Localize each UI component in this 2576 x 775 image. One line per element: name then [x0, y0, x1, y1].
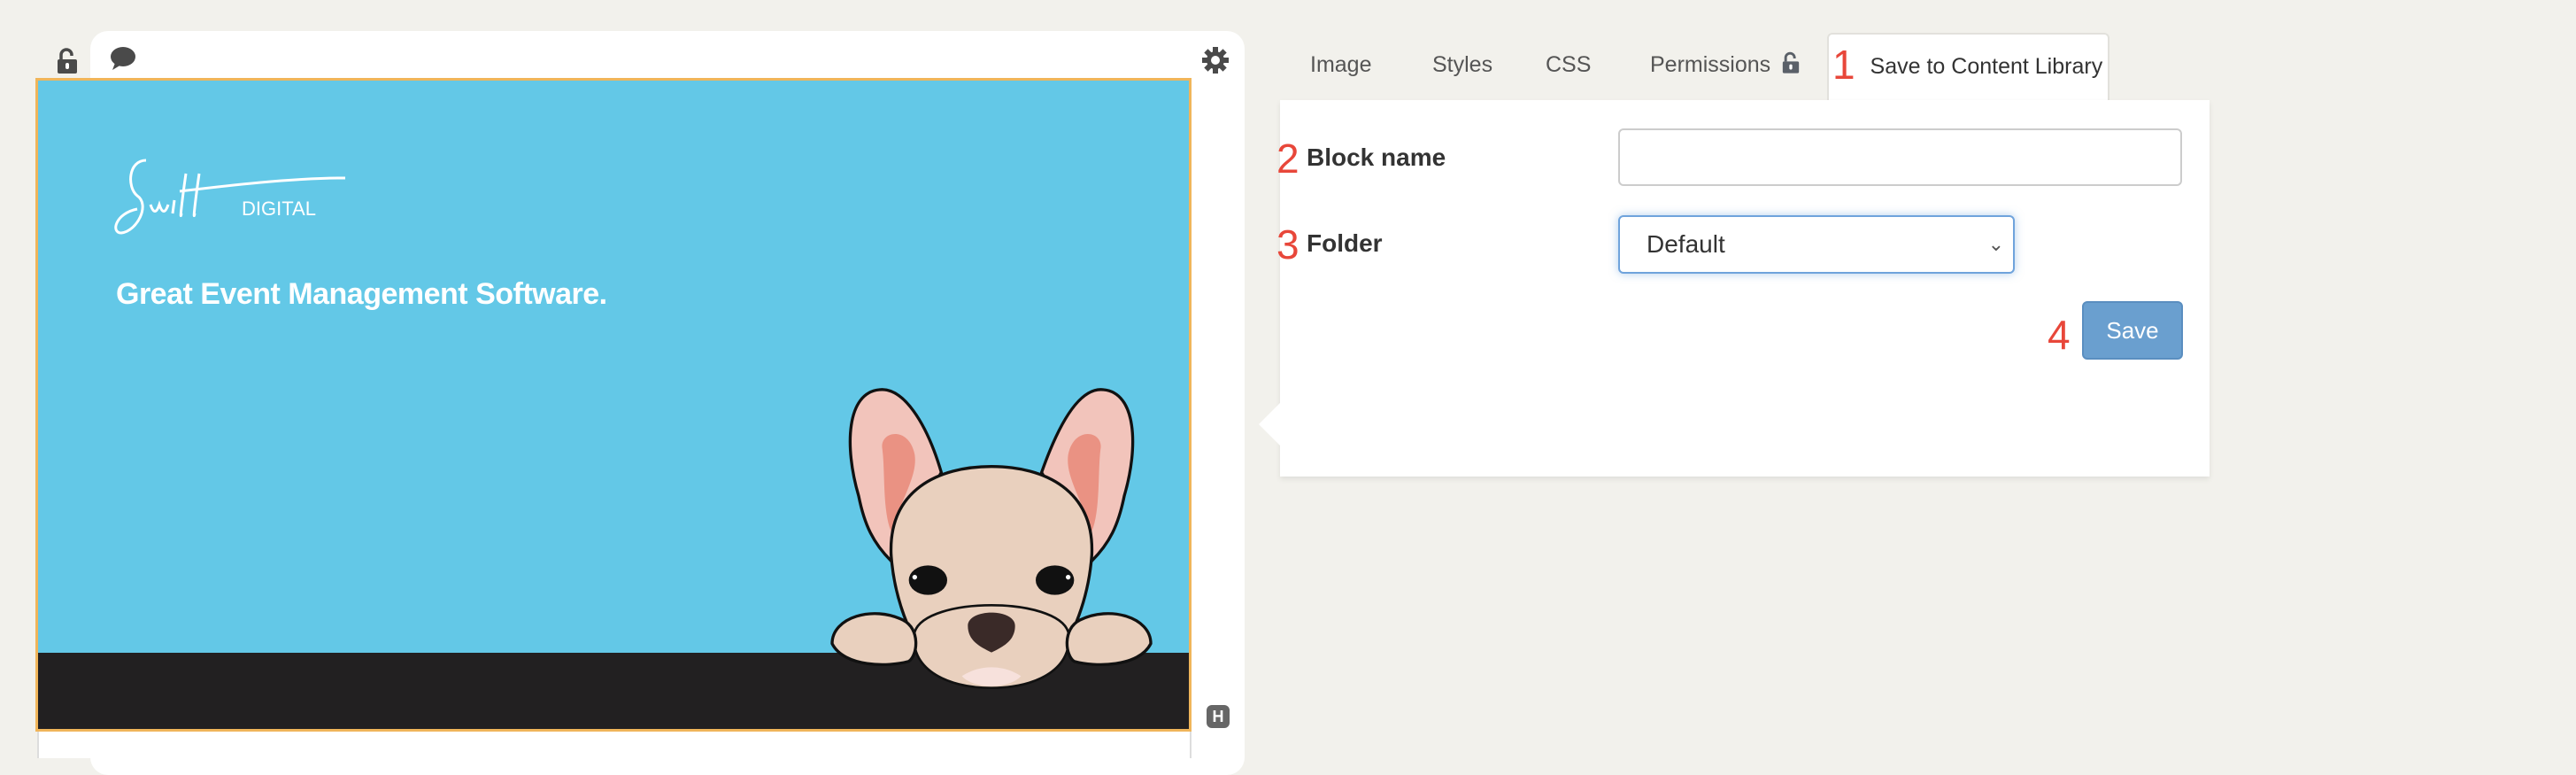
lock-open-icon[interactable] [57, 48, 78, 79]
tab-save-to-content-library[interactable]: 1 Save to Content Library [1827, 33, 2109, 104]
svg-text:DIGITAL: DIGITAL [242, 198, 316, 220]
hero-headline: Great Event Management Software. [116, 277, 607, 311]
comment-icon[interactable] [110, 46, 136, 75]
annotation-4: 4 [2048, 312, 2071, 358]
tab-permissions[interactable]: Permissions [1650, 33, 1800, 100]
hero-image-block[interactable]: DIGITAL Great Event Management Software. [35, 78, 1192, 732]
tab-save-label: Save to Content Library [1870, 54, 2103, 79]
folder-label: Folder [1307, 229, 1383, 257]
tab-styles[interactable]: Styles [1432, 33, 1492, 100]
annotation-1: 1 [1832, 42, 1855, 88]
tab-css[interactable]: CSS [1546, 33, 1591, 100]
annotation-3: 3 [1276, 221, 1300, 267]
lock-open-icon [1782, 51, 1800, 74]
folder-select[interactable]: Default ⌄ [1618, 215, 2015, 274]
french-bulldog-illustration [830, 388, 1153, 690]
settings-tabs: Image Styles CSS Permissions 1 Save to C… [1280, 33, 2210, 104]
swift-digital-logo: DIGITAL [111, 151, 359, 244]
save-button[interactable]: Save [2082, 301, 2183, 360]
panel-pointer [1259, 403, 1280, 446]
folder-select-value: Default [1647, 230, 1725, 258]
block-name-input[interactable] [1618, 128, 2182, 186]
chevron-down-icon: ⌄ [1987, 233, 2004, 255]
editor-content-area [37, 732, 1192, 758]
annotation-2: 2 [1276, 136, 1300, 182]
block-name-label: Block name [1307, 143, 1446, 171]
tab-image[interactable]: Image [1310, 33, 1371, 100]
tab-permissions-label: Permissions [1650, 52, 1771, 77]
gear-icon[interactable] [1201, 46, 1230, 79]
h-badge-icon[interactable]: H [1207, 705, 1230, 728]
